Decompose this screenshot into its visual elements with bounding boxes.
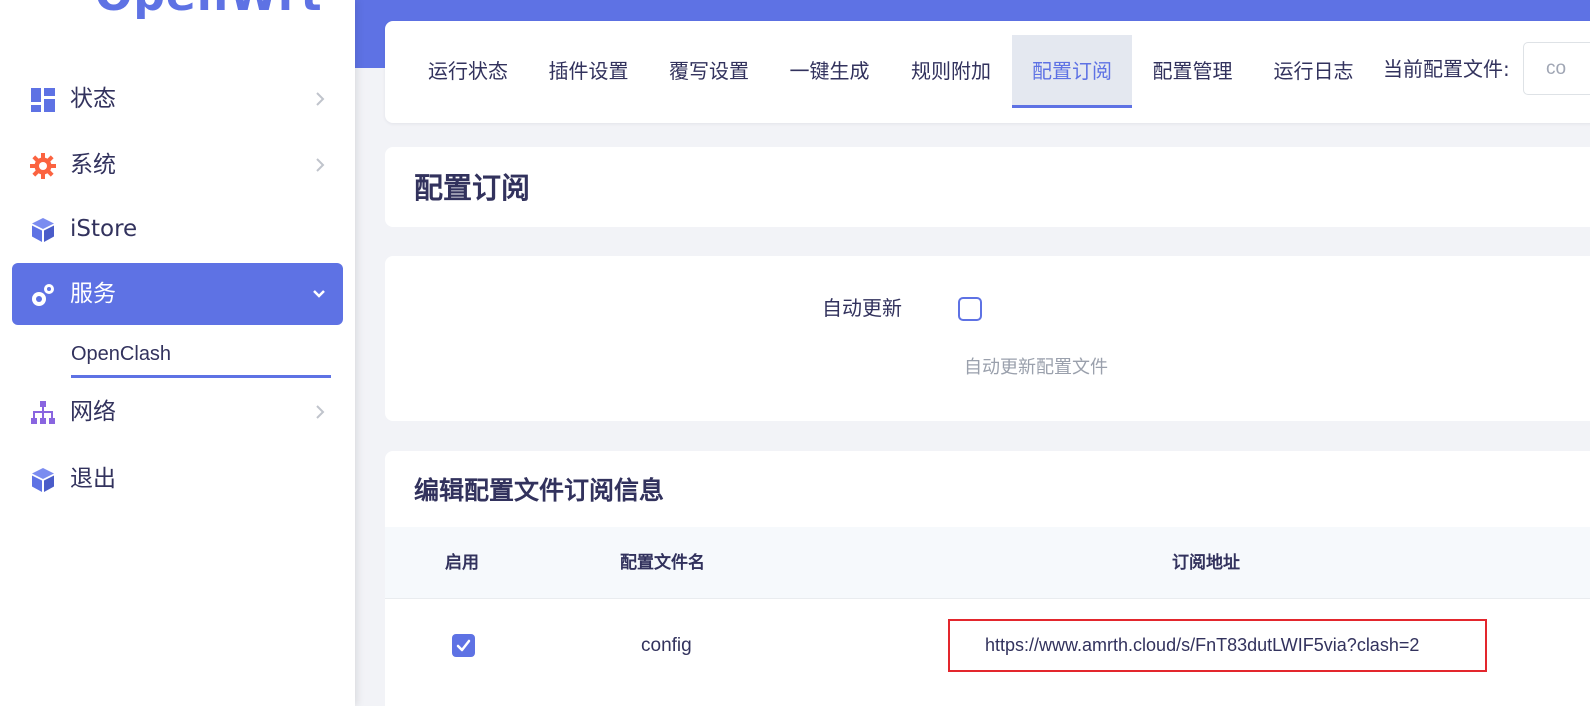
current-config-select[interactable]: co <box>1523 42 1590 95</box>
subscription-title: 编辑配置文件订阅信息 <box>414 476 665 505</box>
sidebar-item-label: 退出 <box>70 466 116 492</box>
tab-config-subscription[interactable]: 配置订阅 <box>1012 35 1132 108</box>
auto-update-card: 自动更新 自动更新配置文件 <box>385 256 1590 421</box>
sidebar-item-network[interactable]: 网络 <box>12 381 343 443</box>
network-icon <box>31 401 55 424</box>
sidebar-item-system[interactable]: 系统 <box>12 134 343 196</box>
tab-one-click-generate[interactable]: 一键生成 <box>769 35 890 108</box>
current-config-label: 当前配置文件: <box>1383 57 1510 81</box>
sidebar-item-label: 系统 <box>70 152 116 178</box>
sidebar-item-label: iStore <box>70 216 138 242</box>
auto-update-checkbox[interactable] <box>958 297 982 321</box>
gear-icon <box>30 153 56 179</box>
sidebar-item-label: 网络 <box>70 399 116 425</box>
checkmark-icon <box>456 639 471 652</box>
sidebar-item-istore[interactable]: iStore <box>12 198 343 260</box>
column-header-subscription-url: 订阅地址 <box>1172 553 1240 573</box>
page-title-card: 配置订阅 <box>385 147 1590 227</box>
tab-run-log[interactable]: 运行日志 <box>1253 35 1374 108</box>
sidebar-item-label: 状态 <box>70 86 116 112</box>
column-header-enabled: 启用 <box>445 553 479 573</box>
sidebar-item-status[interactable]: 状态 <box>12 68 343 130</box>
chevron-right-icon <box>316 92 325 106</box>
sidebar: OpenWrt 状态 <box>0 0 355 706</box>
sidebar-subitem-openclash[interactable]: OpenClash <box>71 338 331 378</box>
brand-logo[interactable]: OpenWrt <box>95 0 323 21</box>
auto-update-description: 自动更新配置文件 <box>964 357 1108 378</box>
chevron-down-icon <box>313 290 325 298</box>
cube-icon <box>32 468 54 492</box>
row-enabled-checkbox[interactable] <box>452 634 475 657</box>
tab-plugin-settings[interactable]: 插件设置 <box>528 35 649 108</box>
gears-icon <box>32 284 54 306</box>
tab-config-management[interactable]: 配置管理 <box>1132 35 1253 108</box>
chevron-right-icon <box>316 158 325 172</box>
tab-override-settings[interactable]: 覆写设置 <box>649 35 769 108</box>
cube-icon <box>32 218 54 242</box>
chevron-right-icon <box>316 405 325 419</box>
page-title: 配置订阅 <box>414 171 531 205</box>
table-header: 启用 配置文件名 订阅地址 <box>385 527 1590 599</box>
tab-running-status[interactable]: 运行状态 <box>408 35 528 108</box>
dashboard-icon <box>31 88 55 112</box>
tab-rule-append[interactable]: 规则附加 <box>890 35 1012 108</box>
row-config-name: config <box>641 635 692 656</box>
sidebar-item-services[interactable]: 服务 <box>12 263 343 325</box>
sidebar-item-logout[interactable]: 退出 <box>12 448 343 510</box>
column-header-config-name: 配置文件名 <box>620 553 705 573</box>
tab-bar: 运行状态 插件设置 覆写设置 一键生成 规则附加 配置订阅 配置管理 运行日志 … <box>385 21 1590 123</box>
auto-update-label: 自动更新 <box>822 296 902 320</box>
subscription-card: 编辑配置文件订阅信息 启用 配置文件名 订阅地址 config https://… <box>385 451 1590 706</box>
row-subscription-url[interactable]: https://www.amrth.cloud/s/FnT83dutLWIF5v… <box>948 619 1487 672</box>
sidebar-item-label: 服务 <box>70 281 116 307</box>
